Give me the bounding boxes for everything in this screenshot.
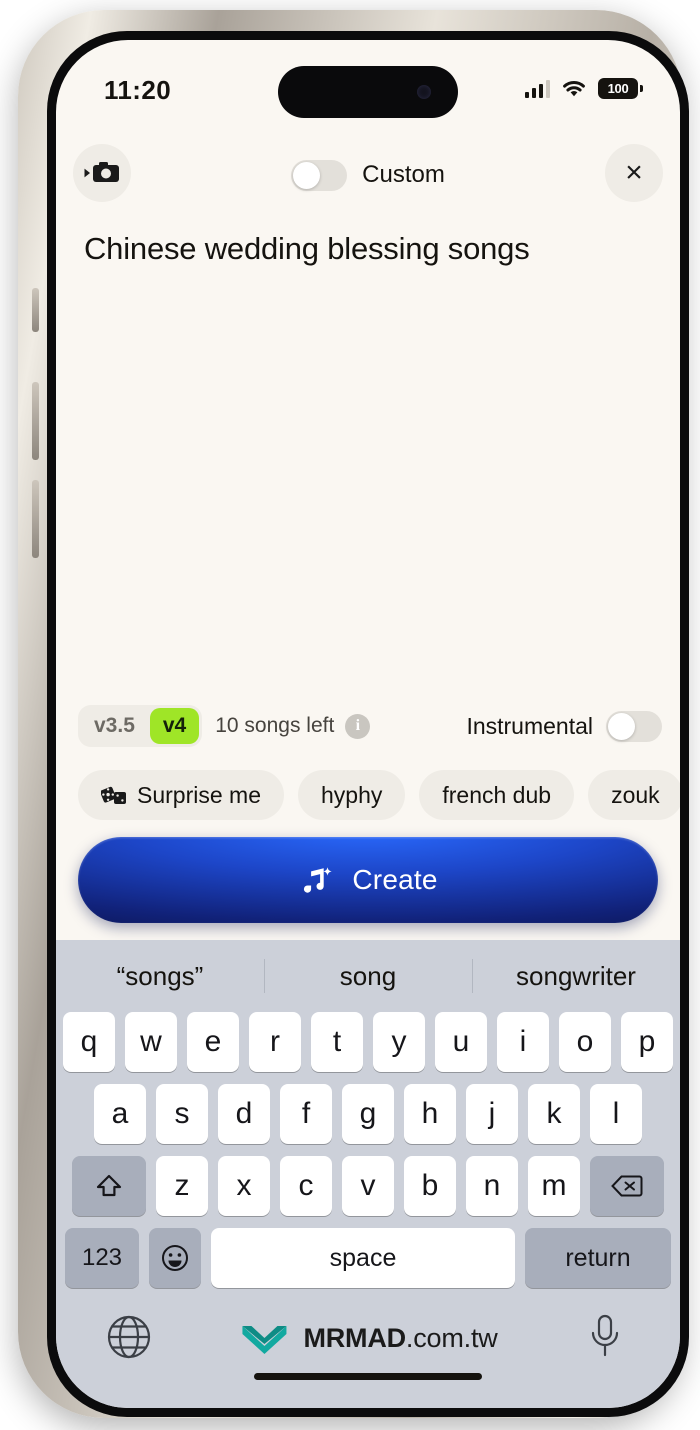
key-m[interactable]: m <box>528 1156 580 1216</box>
key-t[interactable]: t <box>311 1012 363 1072</box>
custom-toggle[interactable] <box>291 159 348 191</box>
key-f[interactable]: f <box>280 1084 332 1144</box>
numbers-key[interactable]: 123 <box>65 1228 139 1288</box>
phone-frame: 11:20 100 Custom × Chinese wedding bless… <box>18 10 689 1418</box>
status-time: 11:20 <box>104 75 172 105</box>
keyboard-row-4: 123 space return <box>56 1228 680 1288</box>
prompt-input[interactable]: Chinese wedding blessing songs <box>84 230 656 269</box>
key-e[interactable]: e <box>187 1012 239 1072</box>
dynamic-island <box>278 66 458 118</box>
instrumental-group: Instrumental <box>466 710 662 742</box>
key-o[interactable]: o <box>559 1012 611 1072</box>
close-icon: × <box>625 156 643 189</box>
key-c[interactable]: c <box>280 1156 332 1216</box>
music-note-sparkle-icon <box>304 867 333 893</box>
home-indicator[interactable] <box>254 1373 482 1380</box>
key-j[interactable]: j <box>466 1084 518 1144</box>
key-q[interactable]: q <box>63 1012 115 1072</box>
key-b[interactable]: b <box>404 1156 456 1216</box>
key-w[interactable]: w <box>125 1012 177 1072</box>
key-i[interactable]: i <box>497 1012 549 1072</box>
key-v[interactable]: v <box>342 1156 394 1216</box>
mrmad-logo-icon <box>242 1326 287 1354</box>
key-s[interactable]: s <box>156 1084 208 1144</box>
chip-label: french dub <box>442 781 552 808</box>
prediction-bar: “songs” song songwriter <box>56 940 680 1012</box>
key-x[interactable]: x <box>218 1156 270 1216</box>
version-option-v4[interactable]: v4 <box>149 708 200 744</box>
prediction-2[interactable]: songwriter <box>472 961 680 992</box>
emoji-key[interactable] <box>149 1228 201 1288</box>
create-button-label: Create <box>352 864 438 895</box>
shift-icon <box>96 1174 122 1197</box>
instrumental-toggle-knob <box>608 712 635 740</box>
version-selector[interactable]: v3.5 v4 <box>78 705 203 747</box>
info-icon[interactable]: i <box>345 713 371 739</box>
key-g[interactable]: g <box>342 1084 394 1144</box>
shift-key[interactable] <box>72 1156 146 1216</box>
key-z[interactable]: z <box>156 1156 208 1216</box>
onscreen-keyboard: “songs” song songwriter q w e r t y u i … <box>56 940 680 1408</box>
close-button[interactable]: × <box>605 144 663 202</box>
key-k[interactable]: k <box>528 1084 580 1144</box>
cellular-bars-icon <box>525 79 550 98</box>
genre-chip-list[interactable]: Surprise me hyphy french dub zouk rock <box>56 767 680 823</box>
custom-toggle-group: Custom <box>56 136 680 214</box>
wifi-icon <box>563 81 585 97</box>
chip-label: zouk <box>611 781 660 808</box>
app-top-bar: Custom × <box>56 136 680 214</box>
front-camera-icon <box>417 85 431 99</box>
keyboard-row-3: z x c v b n m <box>56 1156 680 1216</box>
key-l[interactable]: l <box>590 1084 642 1144</box>
key-r[interactable]: r <box>249 1012 301 1072</box>
instrumental-toggle[interactable] <box>606 710 662 742</box>
chip-french-dub[interactable]: french dub <box>419 770 575 820</box>
key-u[interactable]: u <box>435 1012 487 1072</box>
chip-label: hyphy <box>320 781 383 808</box>
screenshot-stage: 11:20 100 Custom × Chinese wedding bless… <box>0 0 700 1430</box>
watermark-domain: .com.tw <box>405 1322 498 1353</box>
prediction-1[interactable]: song <box>264 961 472 992</box>
battery-percent: 100 <box>607 81 629 96</box>
watermark: MRMAD.com.tw <box>238 1318 498 1358</box>
backspace-key[interactable] <box>590 1156 664 1216</box>
phone-screen: 11:20 100 Custom × Chinese wedding bless… <box>56 40 680 1408</box>
dice-icon <box>100 784 127 806</box>
chip-label: Surprise me <box>137 781 261 808</box>
instrumental-label: Instrumental <box>466 712 593 739</box>
chip-zouk[interactable]: zouk <box>588 770 680 820</box>
watermark-text: MRMAD.com.tw <box>303 1323 497 1354</box>
key-d[interactable]: d <box>218 1084 270 1144</box>
return-key[interactable]: return <box>525 1228 671 1288</box>
chip-surprise-me[interactable]: Surprise me <box>78 770 284 820</box>
key-p[interactable]: p <box>621 1012 673 1072</box>
songs-left-label: 10 songs left <box>215 714 335 737</box>
watermark-brand: MRMAD <box>303 1322 406 1353</box>
silent-switch[interactable] <box>32 288 39 332</box>
keyboard-row-1: q w e r t y u i o p <box>56 1012 680 1072</box>
meta-row: v3.5 v4 10 songs left i Instrumental <box>56 695 680 757</box>
globe-icon[interactable] <box>106 1314 152 1360</box>
custom-toggle-label: Custom <box>362 161 445 188</box>
key-h[interactable]: h <box>404 1084 456 1144</box>
status-indicators: 100 <box>525 78 643 99</box>
version-option-v35[interactable]: v3.5 <box>81 708 148 744</box>
battery-icon: 100 <box>598 78 643 99</box>
space-key[interactable]: space <box>211 1228 515 1288</box>
keyboard-bottom-bar: MRMAD.com.tw <box>56 1300 680 1392</box>
prediction-0[interactable]: “songs” <box>56 961 264 992</box>
emoji-icon <box>162 1245 188 1271</box>
backspace-icon <box>611 1175 643 1197</box>
key-n[interactable]: n <box>466 1156 518 1216</box>
key-y[interactable]: y <box>373 1012 425 1072</box>
volume-up-button[interactable] <box>32 382 39 460</box>
chip-hyphy[interactable]: hyphy <box>297 770 406 820</box>
custom-toggle-knob <box>293 161 321 189</box>
keyboard-row-2: a s d f g h j k l <box>56 1084 680 1144</box>
create-button[interactable]: Create <box>78 837 658 923</box>
key-a[interactable]: a <box>94 1084 146 1144</box>
volume-down-button[interactable] <box>32 480 39 558</box>
microphone-icon[interactable] <box>586 1312 624 1360</box>
